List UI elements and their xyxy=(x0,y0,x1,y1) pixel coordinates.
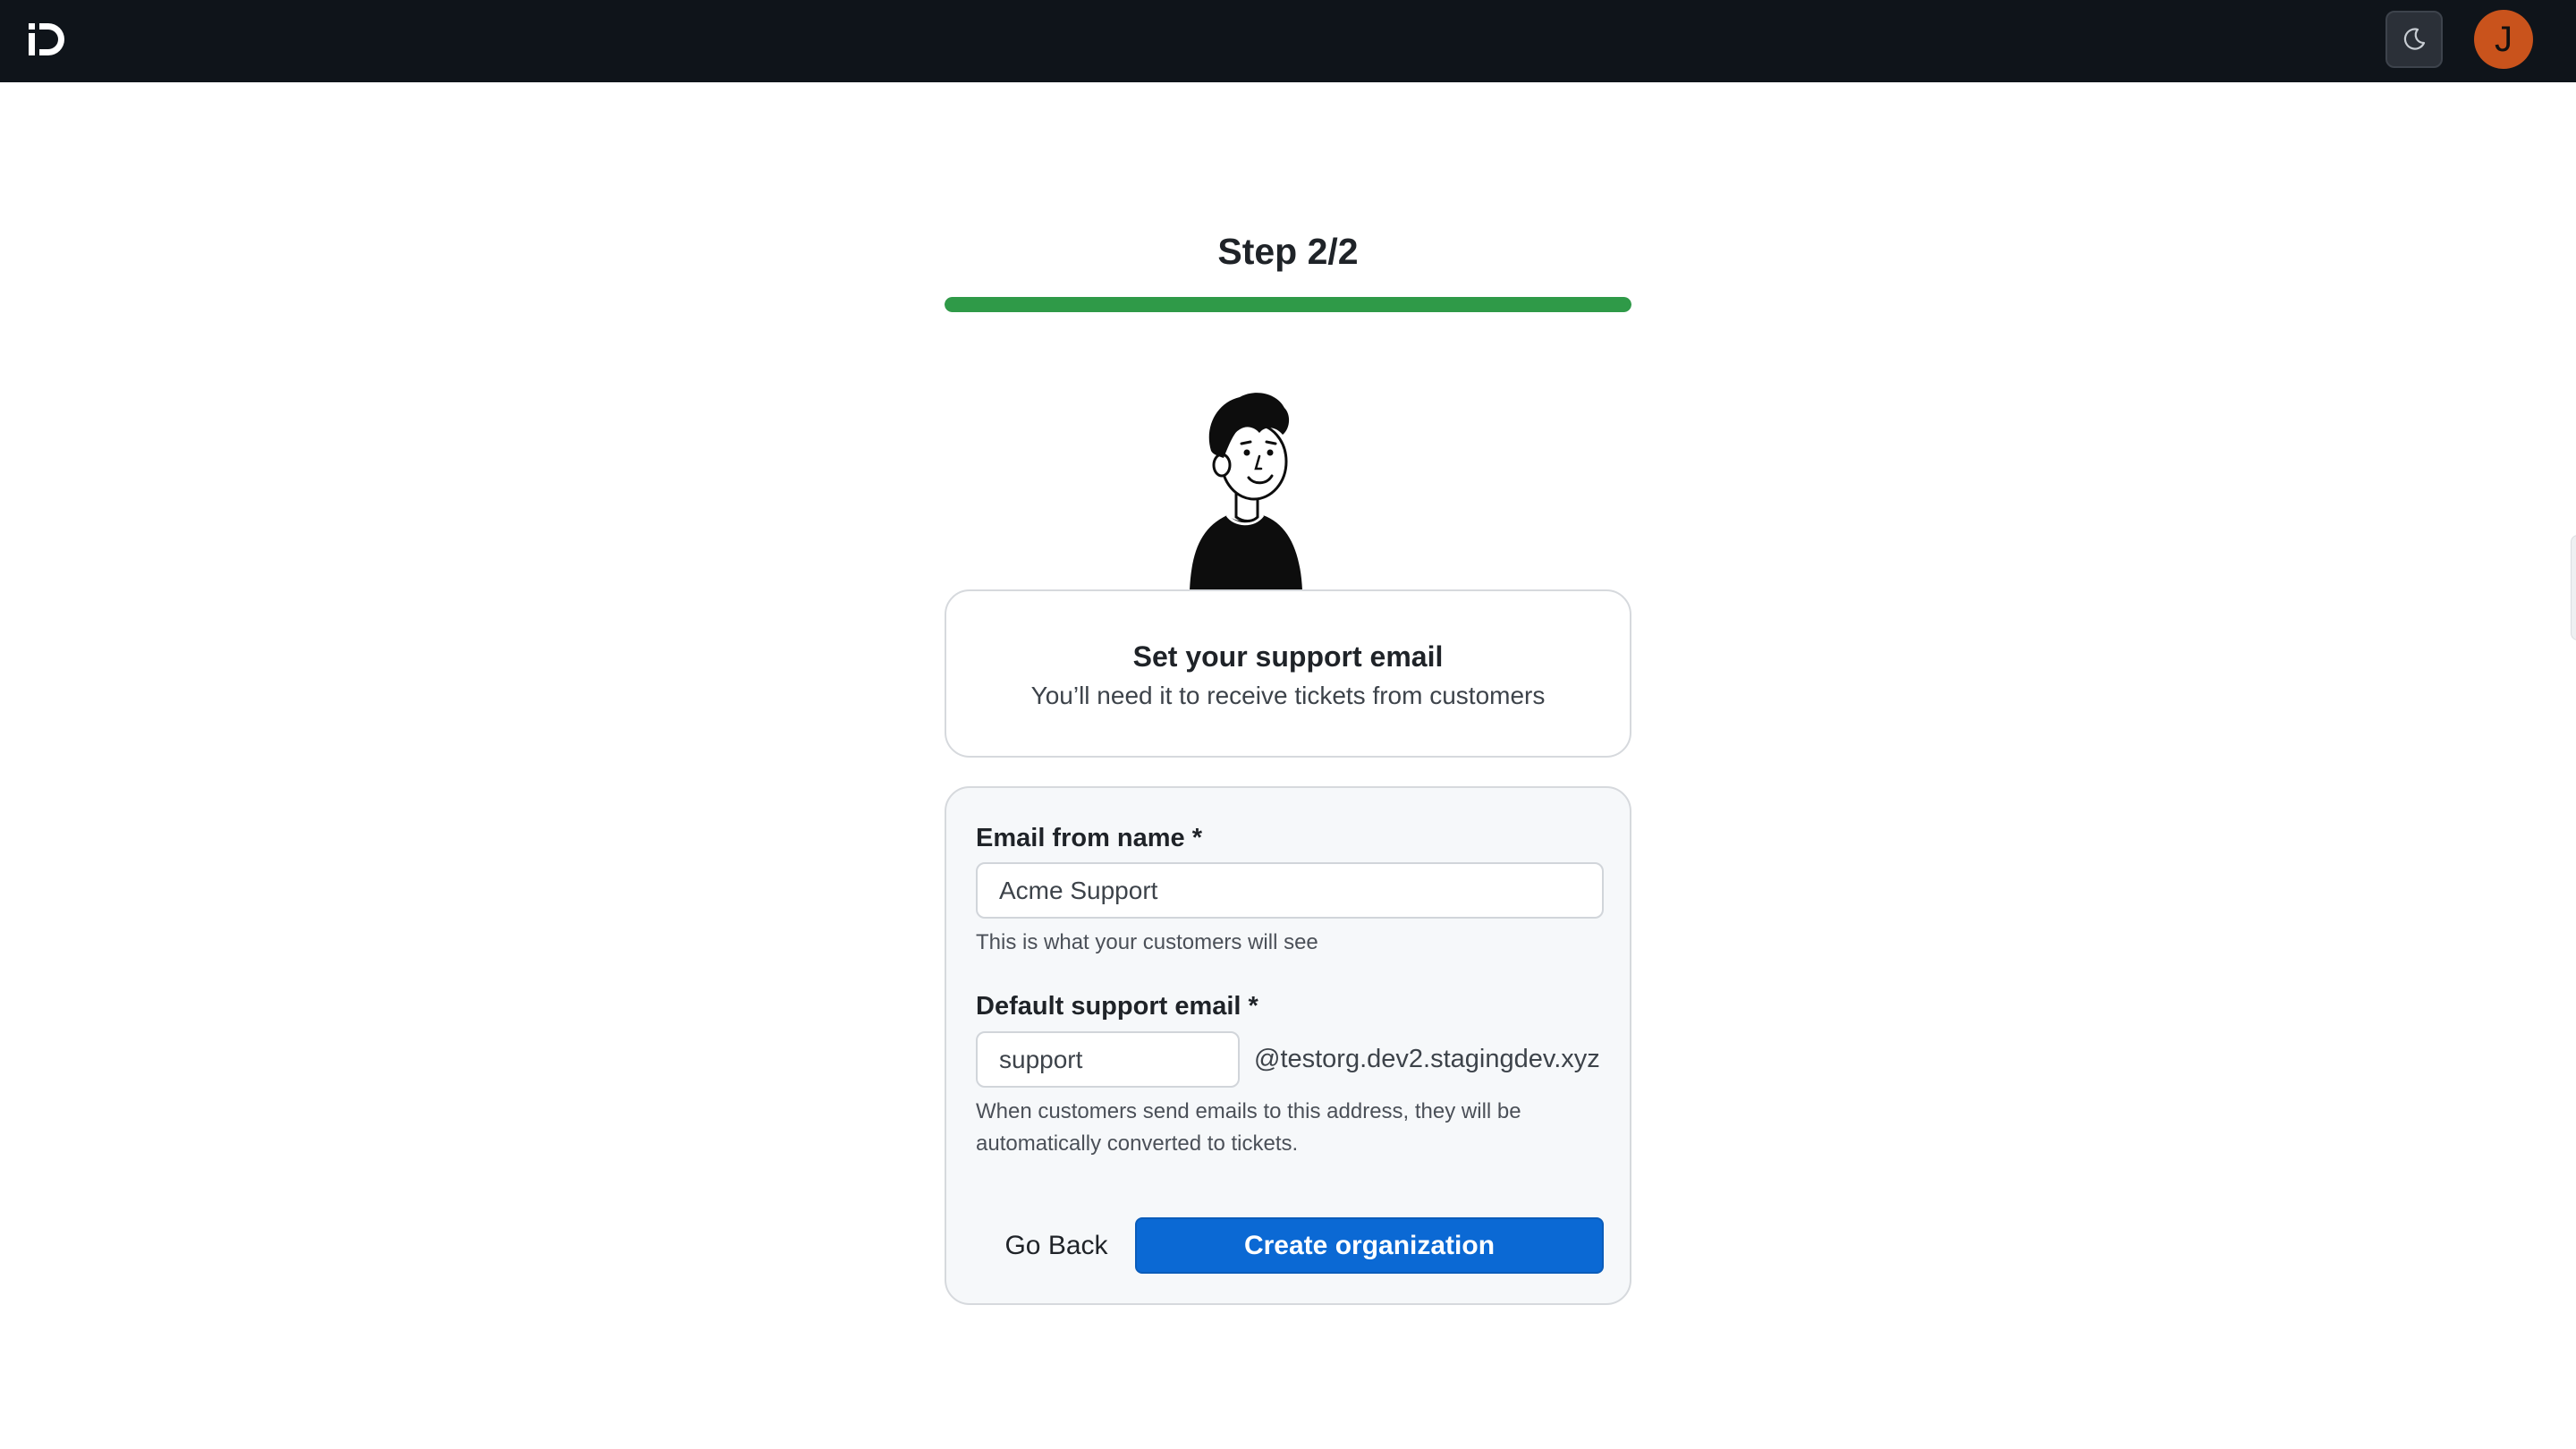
progress-bar xyxy=(945,297,1631,312)
from-name-label: Email from name * xyxy=(976,824,1203,852)
from-name-input[interactable]: Acme Support xyxy=(976,862,1604,919)
support-email-hint-line1: When customers send emails to this addre… xyxy=(976,1099,1521,1123)
from-name-hint: This is what your customers will see xyxy=(976,930,1318,954)
intro-subtitle: You’ll need it to receive tickets from c… xyxy=(1030,682,1546,709)
avatar-initial: J xyxy=(2495,19,2512,59)
email-domain-suffix: @testorg.dev2.stagingdev.xyz xyxy=(1254,1045,1600,1073)
theme-toggle-button[interactable] xyxy=(2385,11,2443,68)
person-illustration xyxy=(1190,393,1302,590)
step-indicator: Step 2/2 xyxy=(1217,231,1359,272)
app-logo-icon[interactable] xyxy=(27,20,66,59)
intro-title: Set your support email xyxy=(1132,640,1444,673)
top-bar: J xyxy=(0,0,2576,82)
support-email-form: Email from name * Acme Support This is w… xyxy=(945,786,1631,1305)
support-email-value: support xyxy=(999,1045,1083,1073)
support-email-hint: When customers send emails to this addre… xyxy=(976,1096,1521,1160)
moon-icon xyxy=(2403,28,2426,50)
side-drawer-handle[interactable] xyxy=(2571,535,2576,640)
go-back-button[interactable]: Go Back xyxy=(976,1217,1137,1274)
progress-fill xyxy=(945,297,1631,312)
create-organization-button[interactable]: Create organization xyxy=(1135,1217,1604,1274)
intro-card: Set your support email You’ll need it to… xyxy=(945,589,1631,758)
user-avatar[interactable]: J xyxy=(2474,10,2533,69)
from-name-value: Acme Support xyxy=(999,876,1158,904)
support-email-label: Default support email * xyxy=(976,992,1258,1021)
support-email-hint-line2: automatically converted to tickets. xyxy=(976,1131,1299,1156)
support-email-input[interactable]: support xyxy=(976,1031,1240,1088)
